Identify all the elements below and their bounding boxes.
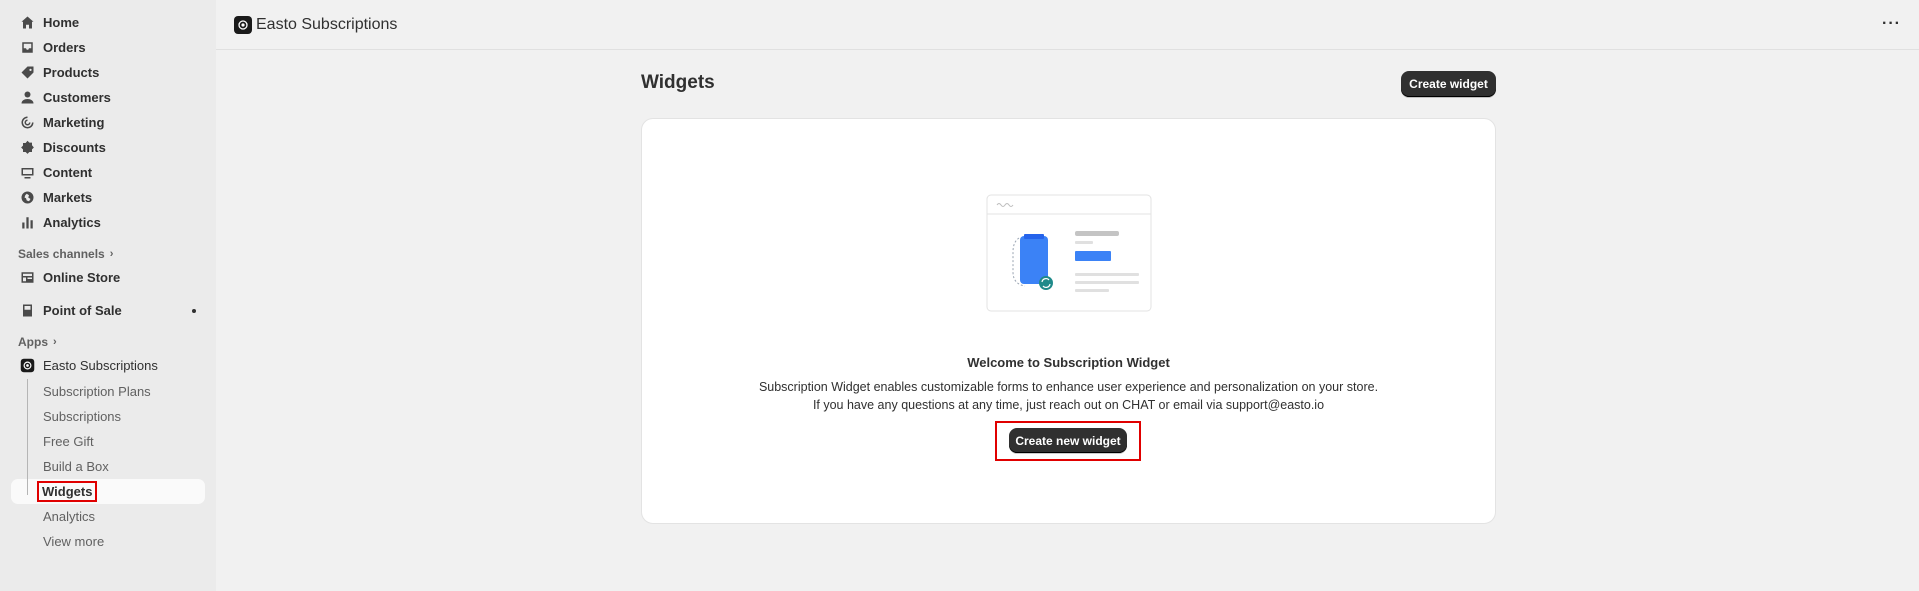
chevron-right-icon: › (109, 248, 114, 260)
sidebar-item-markets[interactable]: Markets (0, 185, 216, 210)
sales-channels-heading[interactable]: Sales channels › (0, 243, 216, 265)
sales-channels-label: Sales channels (18, 247, 105, 261)
empty-state-title: Welcome to Subscription Widget (967, 355, 1170, 370)
sidebar-subitem-free-gift[interactable]: Free Gift (0, 429, 216, 454)
more-actions-button[interactable]: ··· (1882, 15, 1901, 33)
sidebar-item-label: Online Store (43, 270, 121, 285)
empty-state-card: Welcome to Subscription Widget Subscript… (641, 118, 1496, 524)
empty-state-description: Subscription Widget enables customizable… (758, 380, 1379, 394)
store-icon (19, 270, 35, 286)
sidebar-item-label: Point of Sale (43, 303, 122, 318)
tree-line (27, 379, 28, 495)
sidebar-subitem-subscription-plans[interactable]: Subscription Plans (0, 379, 216, 404)
sidebar-item-label: Discounts (43, 140, 106, 155)
sidebar-item-label: Home (43, 15, 80, 30)
app-sub-nav: Subscription Plans Subscriptions Free Gi… (0, 379, 216, 554)
apps-label: Apps (18, 335, 48, 349)
app-logo-icon (234, 15, 252, 34)
sidebar-item-products[interactable]: Products (0, 60, 216, 85)
sidebar-subitem-label: Analytics (43, 509, 96, 524)
sidebar-item-content[interactable]: Content (0, 160, 216, 185)
target-icon (19, 115, 35, 131)
sidebar-item-label: Easto Subscriptions (43, 358, 158, 373)
subscription-widget-illustration (986, 194, 1152, 312)
sidebar-subitem-build-a-box[interactable]: Build a Box (0, 454, 216, 479)
sidebar-item-orders[interactable]: Orders (0, 35, 216, 60)
apps-heading[interactable]: Apps › (0, 331, 216, 353)
sidebar-item-label: Products (43, 65, 100, 80)
sidebar: Home Orders Products Customers Marketing… (0, 0, 216, 591)
sidebar-item-discounts[interactable]: Discounts (0, 135, 216, 160)
sidebar-item-point-of-sale[interactable]: Point of Sale (0, 298, 216, 323)
inbox-icon (19, 40, 35, 56)
person-icon (19, 90, 35, 106)
chevron-right-icon: › (53, 336, 57, 348)
sidebar-subitem-label: View more (43, 534, 105, 549)
page-title: Widgets (641, 72, 715, 93)
sidebar-subitem-label: Widgets (36, 481, 98, 502)
create-widget-button[interactable]: Create widget (1401, 71, 1496, 97)
pos-icon (19, 303, 35, 319)
sidebar-item-marketing[interactable]: Marketing (0, 110, 216, 135)
sidebar-item-label: Marketing (43, 115, 105, 130)
globe-icon (19, 190, 35, 206)
bar-chart-icon (19, 215, 35, 231)
sidebar-item-label: Content (43, 165, 93, 180)
sidebar-item-label: Analytics (43, 215, 101, 230)
sidebar-subitem-label: Subscription Plans (43, 384, 151, 399)
empty-state-support-text: If you have any questions at any time, j… (812, 398, 1325, 412)
sidebar-subitem-label: Build a Box (43, 459, 109, 474)
sidebar-subitem-label: Subscriptions (43, 409, 122, 424)
app-logo-icon (19, 358, 35, 374)
app-header: Easto Subscriptions ··· (216, 0, 1919, 50)
image-icon (19, 165, 35, 181)
sidebar-item-analytics[interactable]: Analytics (0, 210, 216, 235)
sidebar-item-easto-subscriptions[interactable]: Easto Subscriptions (0, 353, 216, 378)
discount-icon (19, 140, 35, 156)
sidebar-item-online-store[interactable]: Online Store (0, 265, 216, 290)
tag-icon (19, 65, 35, 81)
sidebar-subitem-label: Free Gift (43, 434, 94, 449)
home-icon (19, 15, 35, 31)
sidebar-item-home[interactable]: Home (0, 10, 216, 35)
sidebar-item-label: Markets (43, 190, 93, 205)
sidebar-item-label: Orders (43, 40, 86, 55)
create-new-widget-button[interactable]: Create new widget (1009, 428, 1127, 453)
sidebar-item-customers[interactable]: Customers (0, 85, 216, 110)
sidebar-subitem-analytics[interactable]: Analytics (0, 504, 216, 529)
app-title: Easto Subscriptions (256, 15, 398, 33)
status-dot (192, 308, 196, 313)
sidebar-subitem-view-more[interactable]: View more (0, 529, 216, 554)
sidebar-subitem-widgets[interactable]: Widgets (11, 479, 205, 504)
sidebar-item-label: Customers (43, 90, 111, 105)
sidebar-subitem-subscriptions[interactable]: Subscriptions (0, 404, 216, 429)
